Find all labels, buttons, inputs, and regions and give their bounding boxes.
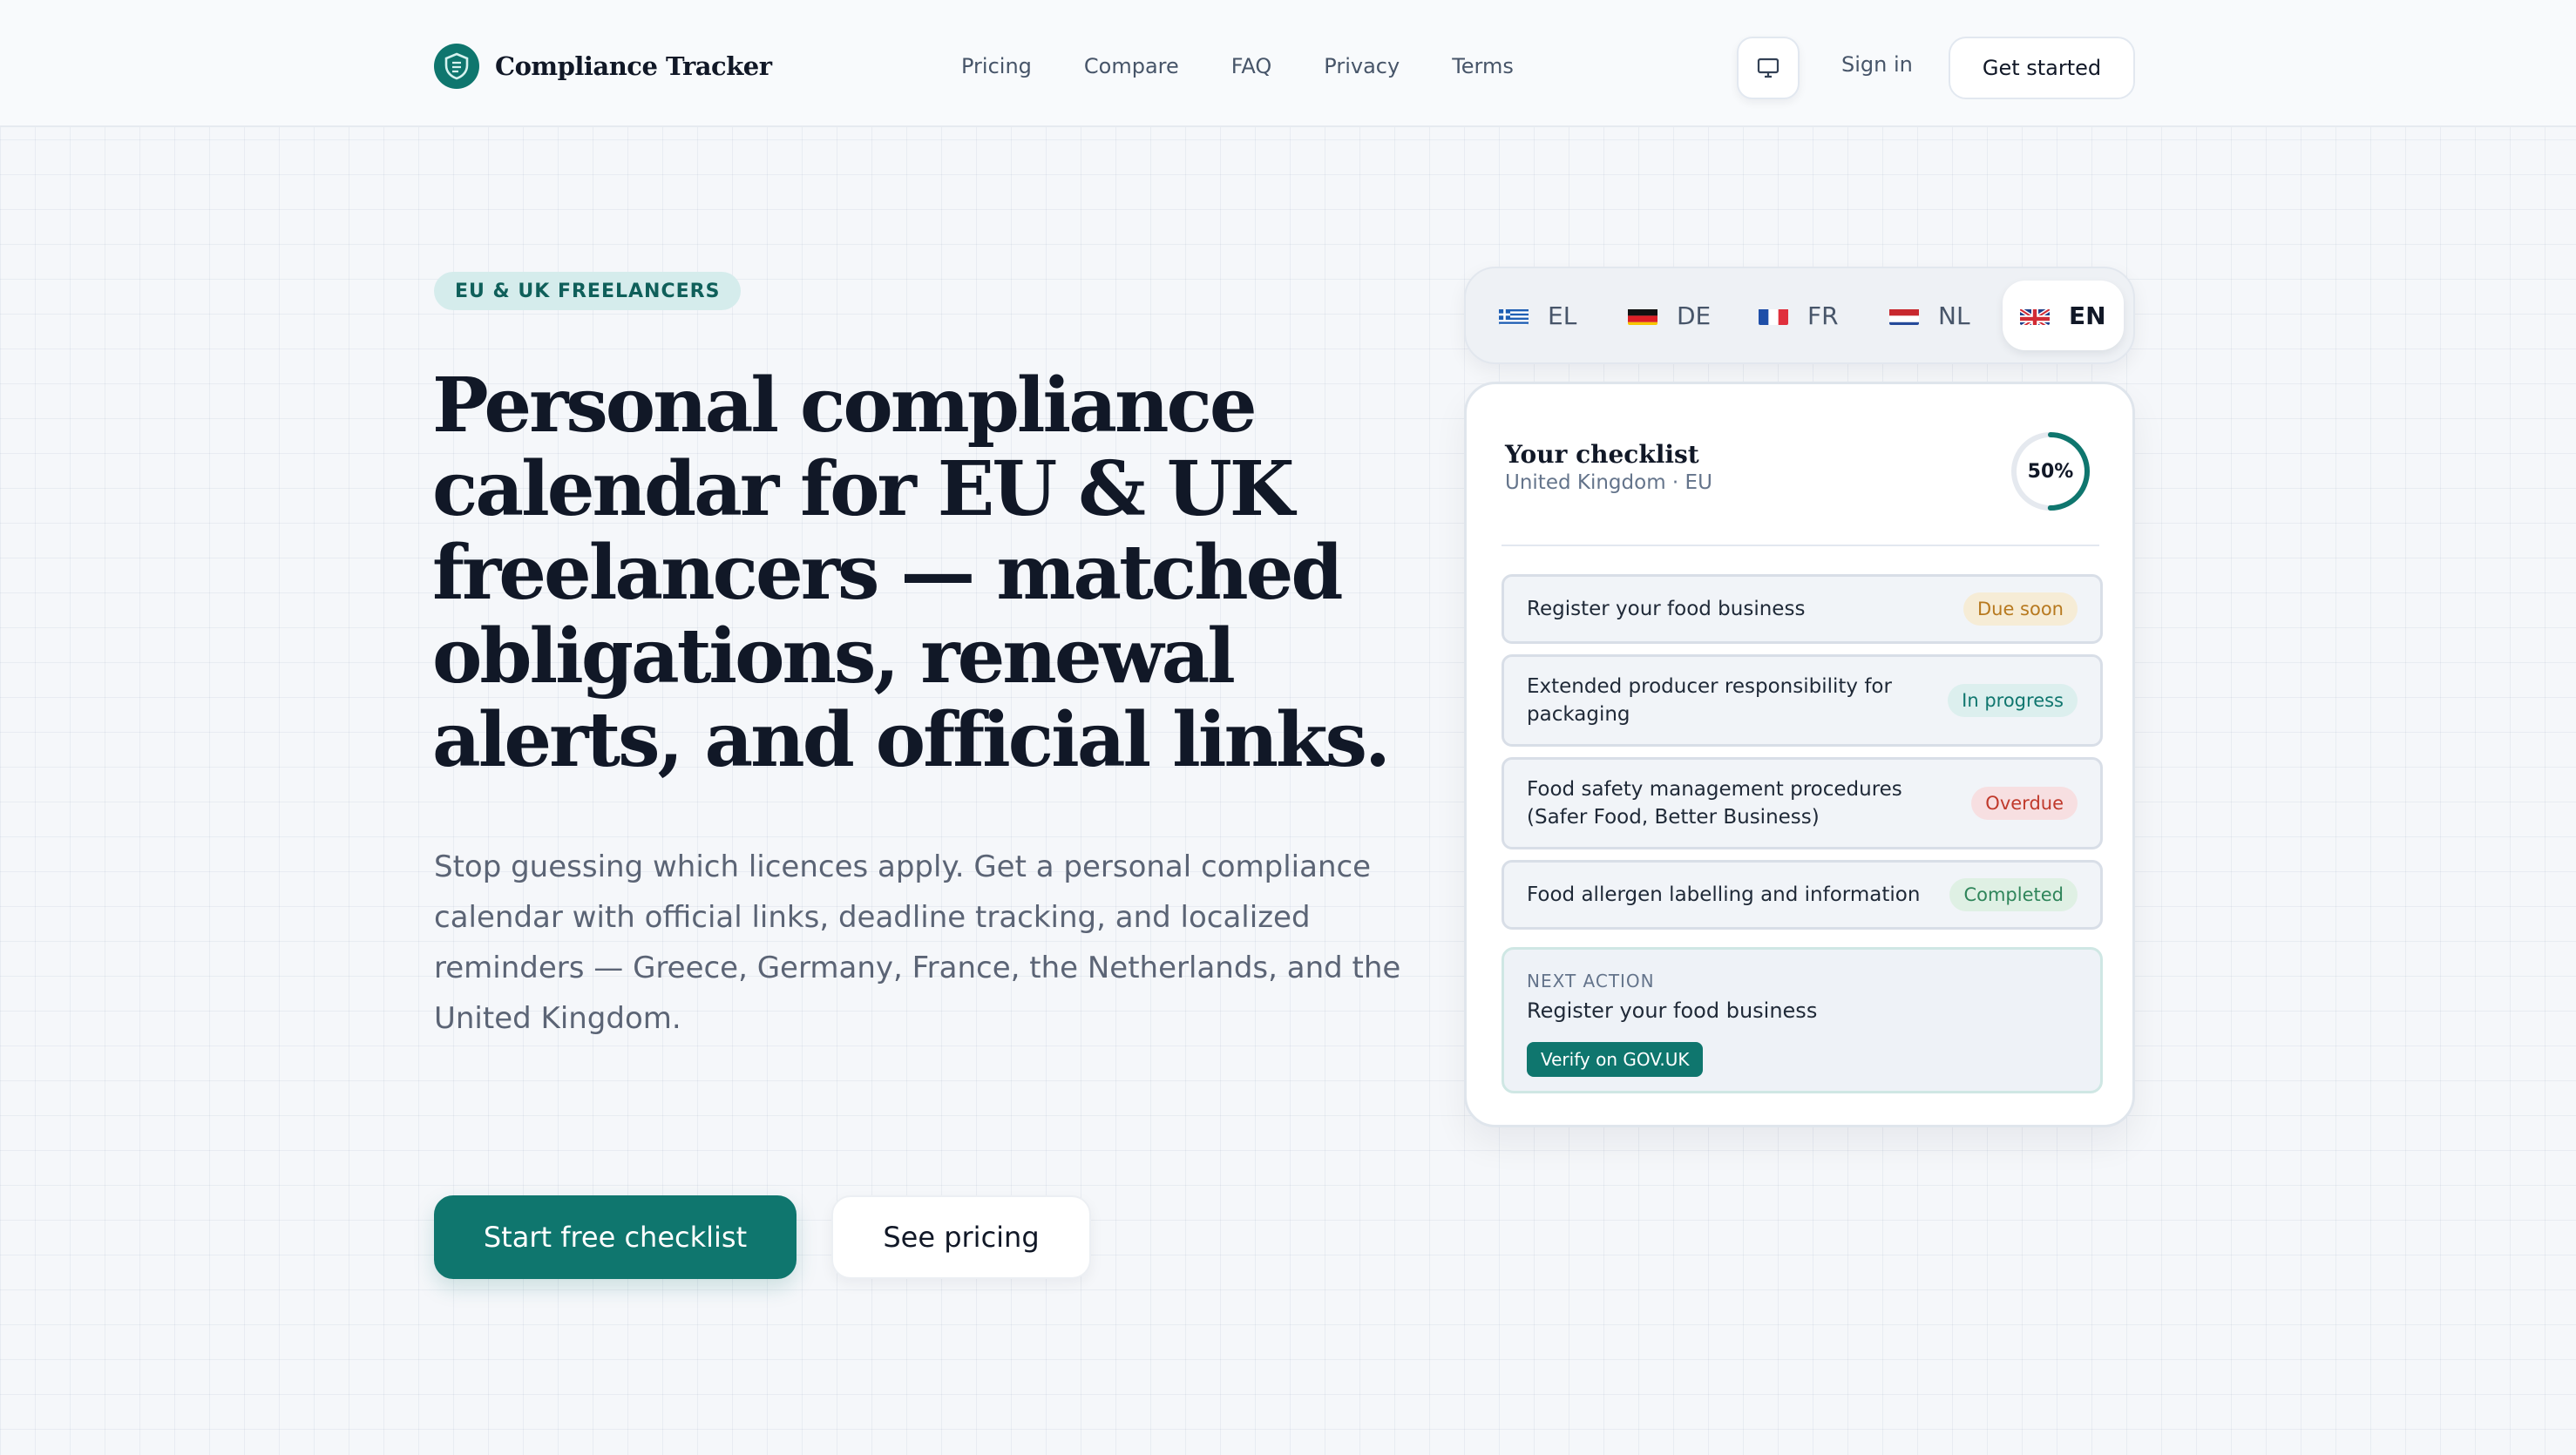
next-action-task: Register your food business bbox=[1527, 998, 1818, 1023]
sign-in-link[interactable]: Sign in bbox=[1841, 52, 1913, 77]
shield-icon bbox=[434, 44, 479, 89]
hero-headline: Personal compliance calendar for EU & UK… bbox=[432, 362, 1391, 784]
nav-faq[interactable]: FAQ bbox=[1231, 54, 1272, 78]
nav-terms[interactable]: Terms bbox=[1452, 54, 1514, 78]
lang-code: FR bbox=[1807, 301, 1839, 330]
checklist-item-text: Register your food business bbox=[1527, 598, 1806, 620]
lang-option-de[interactable]: DE bbox=[1628, 281, 1711, 350]
audience-badge: EU & UK FREELANCERS bbox=[434, 272, 742, 310]
checklist-item-text: Extended producer responsibility for pac… bbox=[1527, 675, 1892, 726]
divider bbox=[1502, 545, 2099, 546]
site-header: Compliance Tracker Pricing Compare FAQ P… bbox=[0, 0, 2576, 127]
greece-flag-icon bbox=[1499, 306, 1529, 325]
get-started-button[interactable]: Get started bbox=[1949, 37, 2135, 99]
checklist-region: United Kingdom · EU bbox=[1505, 471, 1712, 494]
nav-pricing[interactable]: Pricing bbox=[961, 54, 1032, 78]
verify-gov-uk-button[interactable]: Verify on GOV.UK bbox=[1527, 1042, 1704, 1077]
see-pricing-button[interactable]: See pricing bbox=[831, 1195, 1091, 1279]
language-switcher: EL DE FR NL EN bbox=[1464, 267, 2135, 364]
lang-option-nl[interactable]: NL bbox=[1889, 281, 1970, 350]
brand-logo[interactable]: Compliance Tracker bbox=[434, 44, 772, 89]
france-flag-icon bbox=[1759, 306, 1788, 325]
lang-option-fr[interactable]: FR bbox=[1759, 281, 1839, 350]
lang-code: NL bbox=[1938, 301, 1970, 330]
status-badge: Completed bbox=[1949, 878, 2078, 911]
lang-code: DE bbox=[1677, 301, 1712, 330]
germany-flag-icon bbox=[1628, 306, 1657, 325]
lang-code: EL bbox=[1548, 301, 1577, 330]
checklist-title: Your checklist bbox=[1505, 440, 1699, 469]
checklist-item[interactable]: Food allergen labelling and information … bbox=[1502, 860, 2103, 930]
uk-flag-icon bbox=[2020, 306, 2050, 325]
nav-compare[interactable]: Compare bbox=[1084, 54, 1179, 78]
lang-code: EN bbox=[2069, 301, 2106, 330]
checklist-item-text: Food safety management procedures (Safer… bbox=[1527, 778, 1902, 829]
checklist-item[interactable]: Extended producer responsibility for pac… bbox=[1502, 654, 2103, 747]
theme-toggle-button[interactable] bbox=[1737, 37, 1800, 99]
progress-percent: 50% bbox=[2027, 460, 2074, 483]
nav-privacy[interactable]: Privacy bbox=[1324, 54, 1400, 78]
lang-option-en[interactable]: EN bbox=[2003, 281, 2124, 350]
status-badge: Overdue bbox=[1971, 787, 2078, 820]
status-badge: In progress bbox=[1948, 684, 2078, 717]
status-badge: Due soon bbox=[1963, 592, 2078, 626]
netherlands-flag-icon bbox=[1889, 306, 1919, 325]
brand-name: Compliance Tracker bbox=[495, 51, 772, 81]
next-action-label: NEXT ACTION bbox=[1527, 971, 1655, 991]
checklist-item-text: Food allergen labelling and information bbox=[1527, 883, 1921, 906]
next-action-panel: NEXT ACTION Register your food business … bbox=[1502, 947, 2103, 1093]
start-checklist-button[interactable]: Start free checklist bbox=[434, 1195, 797, 1279]
monitor-icon bbox=[1757, 58, 1779, 78]
hero-subcopy: Stop guessing which licences apply. Get … bbox=[434, 849, 1401, 1036]
lang-option-el[interactable]: EL bbox=[1499, 281, 1576, 350]
checklist-card: Your checklist United Kingdom · EU 50% R… bbox=[1464, 382, 2135, 1127]
checklist-item[interactable]: Food safety management procedures (Safer… bbox=[1502, 757, 2103, 849]
main-nav: Pricing Compare FAQ Privacy Terms bbox=[961, 54, 1566, 78]
checklist-item[interactable]: Register your food business Due soon bbox=[1502, 574, 2103, 644]
